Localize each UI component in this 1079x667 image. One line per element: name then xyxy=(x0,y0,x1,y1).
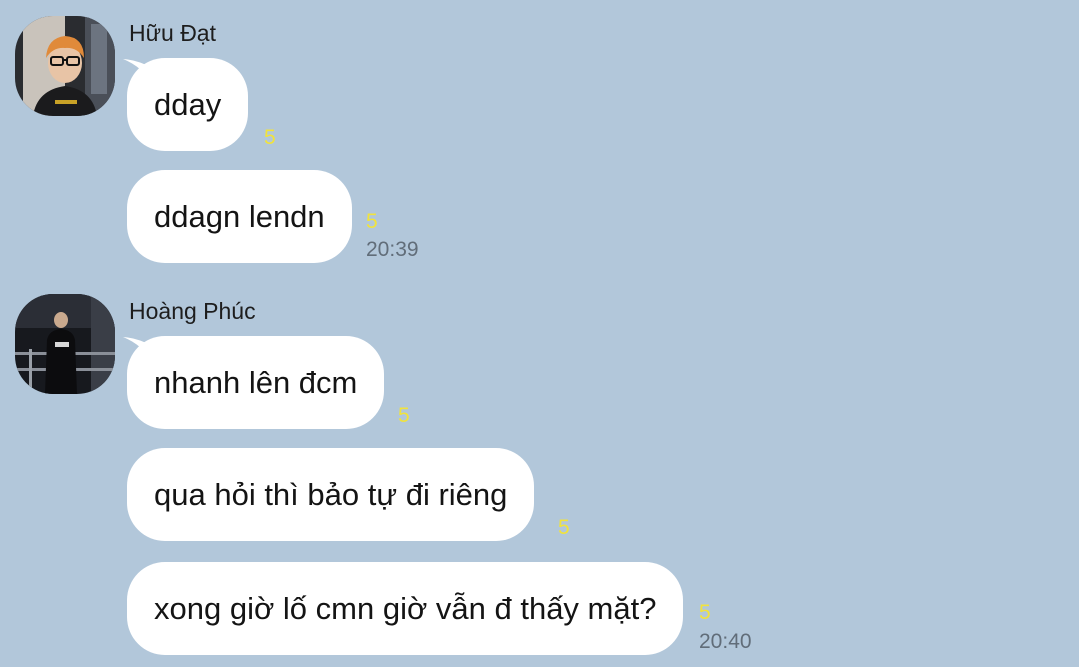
sender-name: Hữu Đạt xyxy=(129,20,216,46)
message-bubble[interactable]: qua hỏi thì bảo tự đi riêng xyxy=(127,448,535,541)
unread-count: 5 xyxy=(398,404,410,427)
sender-name: Hoàng Phúc xyxy=(129,298,256,324)
unread-count: 5 xyxy=(264,126,276,149)
message-bubble[interactable]: dday xyxy=(127,58,249,151)
message-timestamp: 20:40 xyxy=(699,630,752,653)
avatar-hoang-phuc[interactable] xyxy=(15,294,115,394)
message-bubble[interactable]: ddagn lendn xyxy=(127,170,352,263)
message-bubble[interactable]: xong giờ lố cmn giờ vẫn đ thấy mặt? xyxy=(127,562,684,655)
message-text: dday xyxy=(154,86,222,122)
message-text: ddagn lendn xyxy=(154,198,325,234)
profile-photo-icon xyxy=(15,16,115,116)
message-text: xong giờ lố cmn giờ vẫn đ thấy mặt? xyxy=(154,590,657,626)
unread-count: 5 xyxy=(366,210,378,233)
unread-count: 5 xyxy=(558,516,570,539)
unread-count: 5 xyxy=(699,601,711,624)
message-text: nhanh lên đcm xyxy=(154,364,358,400)
avatar-huu-dat[interactable] xyxy=(15,16,115,116)
profile-photo-icon xyxy=(15,294,115,394)
message-timestamp: 20:39 xyxy=(366,238,419,261)
message-text: qua hỏi thì bảo tự đi riêng xyxy=(154,476,508,512)
message-bubble[interactable]: nhanh lên đcm xyxy=(127,336,385,429)
